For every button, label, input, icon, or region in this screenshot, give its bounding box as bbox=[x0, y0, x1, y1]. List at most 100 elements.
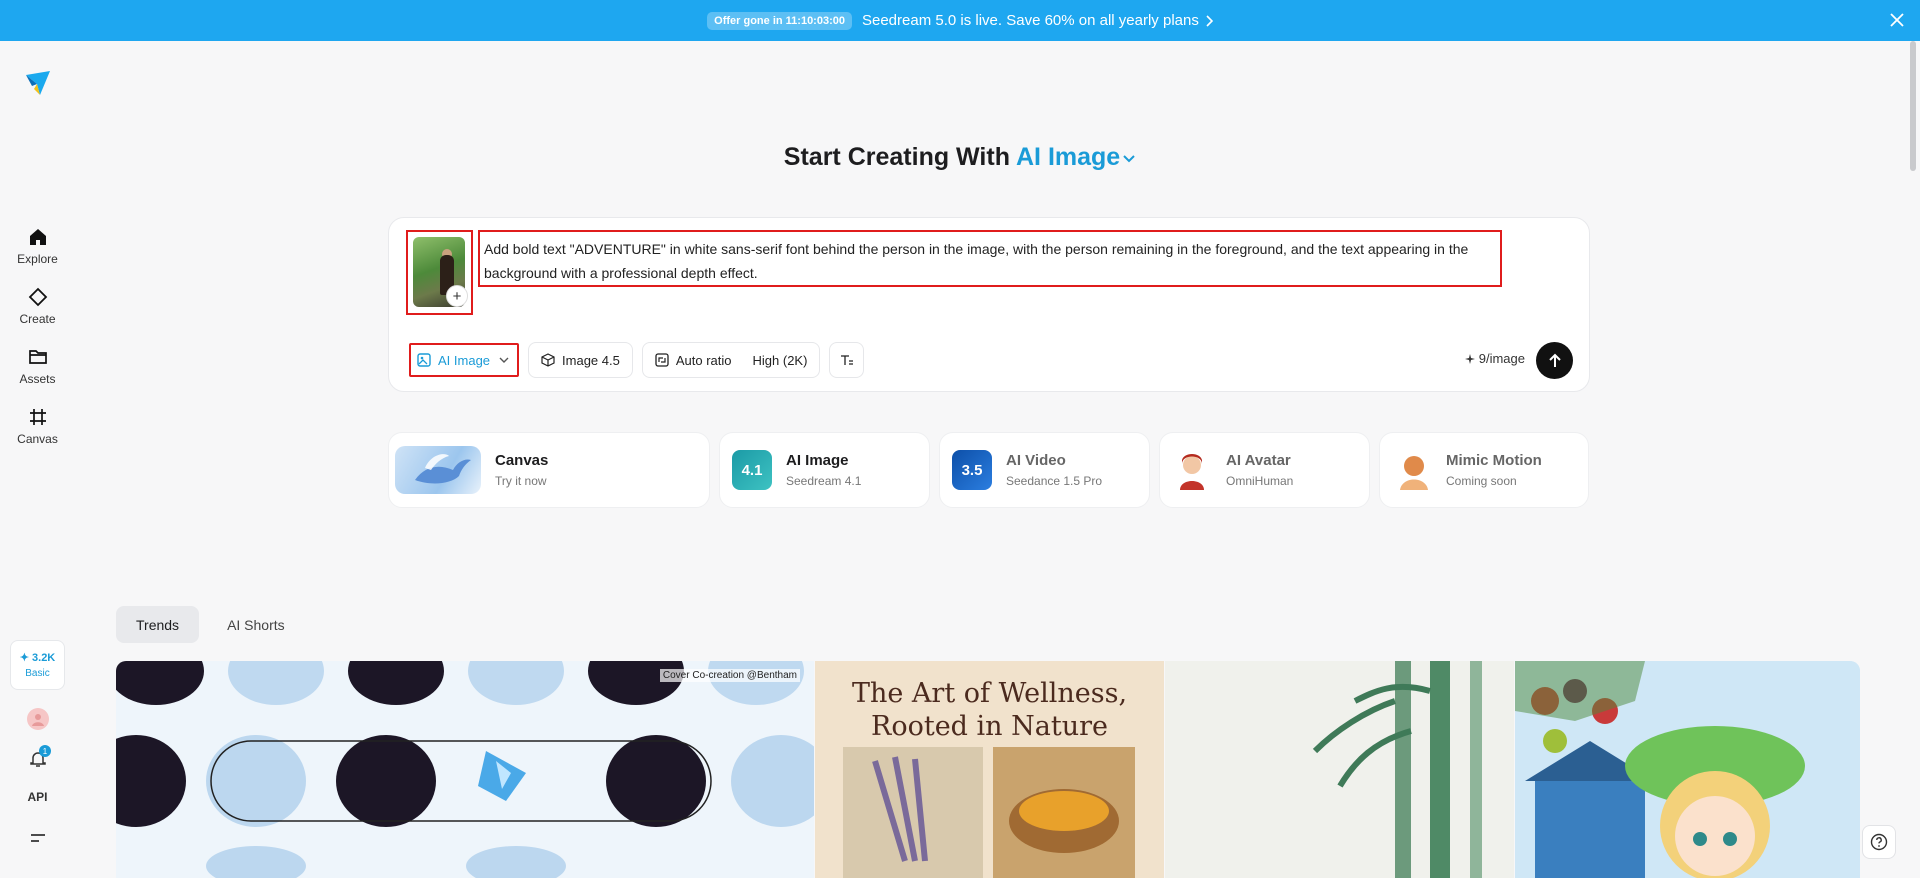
avatar[interactable] bbox=[27, 708, 49, 730]
chevron-down-icon bbox=[499, 357, 509, 363]
feature-sub: OmniHuman bbox=[1226, 474, 1294, 488]
feature-text: AI Image Seedream 4.1 bbox=[786, 452, 861, 488]
tab-ai-shorts[interactable]: AI Shorts bbox=[207, 606, 305, 643]
feature-sub: Seedream 4.1 bbox=[786, 474, 862, 488]
motion-icon bbox=[1392, 450, 1432, 490]
help-button[interactable] bbox=[1862, 825, 1896, 859]
motion-illustration bbox=[1400, 456, 1428, 490]
text-style-button[interactable] bbox=[829, 342, 865, 378]
chevron-right-icon bbox=[1206, 14, 1213, 27]
folder-icon bbox=[28, 350, 47, 364]
help-icon bbox=[1870, 833, 1888, 851]
text-format-icon bbox=[840, 355, 853, 365]
sidebar-item-create[interactable]: Create bbox=[0, 287, 75, 339]
glass-spheres-artwork bbox=[116, 661, 814, 878]
home-icon bbox=[29, 229, 46, 245]
user-icon bbox=[32, 714, 44, 726]
arrow-up-icon bbox=[1548, 353, 1561, 367]
sidebar-item-label: Create bbox=[19, 312, 56, 326]
app-logo-icon[interactable] bbox=[24, 69, 52, 97]
cost-label: 9/image bbox=[1478, 351, 1525, 366]
credits-value: ✦ 3.2K bbox=[19, 652, 56, 664]
page-title: Start Creating With AI Image bbox=[0, 143, 1920, 172]
image-icon bbox=[417, 353, 431, 367]
anime-girl-artwork bbox=[1515, 661, 1860, 878]
prompt-input[interactable]: Add bold text "ADVENTURE" in white sans-… bbox=[478, 230, 1502, 287]
cost-indicator: 9/image bbox=[1464, 351, 1525, 366]
canvas-icon bbox=[29, 409, 46, 425]
notification-count: 1 bbox=[39, 745, 51, 757]
sidebar-item-label: Explore bbox=[17, 252, 58, 266]
trends-gallery: Cover Co-creation @Bentham The Art of We… bbox=[116, 661, 1860, 878]
feature-text: AI Video Seedance 1.5 Pro bbox=[1006, 452, 1102, 488]
feature-card-ai-avatar[interactable]: AI Avatar OmniHuman bbox=[1159, 432, 1370, 508]
gallery-item[interactable] bbox=[1515, 661, 1860, 878]
promo-message: Seedream 5.0 is live. Save 60% on all ye… bbox=[861, 12, 1199, 29]
credits-badge[interactable]: ✦ 3.2K Basic bbox=[10, 640, 65, 690]
plan-label: Basic bbox=[25, 668, 50, 679]
feature-sub: Coming soon bbox=[1446, 474, 1517, 488]
feature-name: Mimic Motion bbox=[1446, 452, 1542, 469]
feature-sub: Try it now bbox=[495, 474, 547, 488]
sidebar-item-canvas[interactable]: Canvas bbox=[0, 407, 75, 459]
seedance-icon: 3.5 bbox=[952, 450, 992, 490]
feature-card-canvas[interactable]: Canvas Try it now bbox=[388, 432, 710, 508]
bamboo-artwork bbox=[1165, 661, 1514, 878]
sidebar-item-assets[interactable]: Assets bbox=[0, 347, 75, 399]
generate-button[interactable] bbox=[1536, 342, 1573, 379]
feature-text: AI Avatar OmniHuman bbox=[1226, 452, 1293, 488]
gallery-credit: Cover Co-creation @Bentham bbox=[659, 669, 800, 682]
diamond-icon bbox=[28, 287, 47, 307]
model-selector[interactable]: Image 4.5 bbox=[528, 342, 633, 378]
api-link[interactable]: API bbox=[0, 790, 75, 804]
gallery-item[interactable]: The Art of Wellness, Rooted in Nature bbox=[815, 661, 1164, 878]
credits-amount: 3.2K bbox=[32, 652, 56, 664]
sparkle-icon bbox=[1464, 353, 1475, 364]
seedream-icon: 4.1 bbox=[732, 450, 772, 490]
reference-image-slot[interactable]: + bbox=[406, 230, 473, 315]
sidebar-item-label: Canvas bbox=[17, 432, 58, 446]
feature-name: Canvas bbox=[495, 452, 549, 469]
pegasus-icon bbox=[395, 446, 481, 494]
feature-text: Mimic Motion Coming soon bbox=[1446, 452, 1542, 488]
menu-icon[interactable] bbox=[29, 830, 47, 846]
feature-name: AI Image bbox=[786, 452, 849, 469]
cube-icon bbox=[541, 353, 555, 367]
chevron-down-icon bbox=[1123, 155, 1135, 163]
feature-card-ai-image[interactable]: 4.1 AI Image Seedream 4.1 bbox=[719, 432, 930, 508]
prompt-card: + Add bold text "ADVENTURE" in white san… bbox=[388, 217, 1590, 392]
feature-card-ai-video[interactable]: 3.5 AI Video Seedance 1.5 Pro bbox=[939, 432, 1150, 508]
page-scrollbar[interactable] bbox=[1910, 41, 1916, 171]
title-prefix: Start Creating With bbox=[783, 143, 1010, 171]
feature-card-mimic-motion[interactable]: Mimic Motion Coming soon bbox=[1379, 432, 1589, 508]
mode-selector[interactable]: AI Image bbox=[1016, 143, 1136, 171]
wellness-artwork bbox=[843, 747, 1135, 878]
tab-trends[interactable]: Trends bbox=[116, 606, 200, 643]
ratio-icon bbox=[655, 353, 669, 367]
feature-text: Canvas Try it now bbox=[495, 452, 548, 488]
sidebar-item-label: Assets bbox=[19, 372, 56, 386]
feature-name: AI Avatar bbox=[1226, 452, 1291, 469]
feature-cards: Canvas Try it now 4.1 AI Image Seedream … bbox=[388, 432, 1590, 508]
sidebar-item-explore[interactable]: Explore bbox=[0, 227, 75, 279]
pegasus-illustration bbox=[415, 454, 471, 484]
gallery-tabs: Trends AI Shorts bbox=[116, 606, 305, 643]
avatar-icon bbox=[1172, 450, 1212, 490]
offer-countdown: Offer gone in 11:10:03:00 bbox=[707, 11, 852, 30]
close-icon[interactable] bbox=[1888, 11, 1906, 29]
model-label: Image 4.5 bbox=[562, 352, 620, 368]
gallery-item[interactable]: Cover Co-creation @Bentham bbox=[116, 661, 814, 878]
mode-selector-label: AI Image bbox=[1016, 143, 1121, 171]
promo-link[interactable]: Seedream 5.0 is live. Save 60% on all ye… bbox=[862, 12, 1213, 29]
ratio-label: Auto ratio bbox=[675, 352, 732, 368]
ratio-quality-selector[interactable]: Auto ratio High (2K) bbox=[641, 342, 821, 378]
mode-dropdown-label: AI Image bbox=[438, 352, 491, 368]
feature-sub: Seedance 1.5 Pro bbox=[1006, 474, 1103, 488]
gallery-item[interactable] bbox=[1165, 661, 1514, 878]
avatar-illustration bbox=[1180, 454, 1204, 490]
quality-label: High (2K) bbox=[752, 352, 808, 368]
feature-name: AI Video bbox=[1006, 452, 1066, 469]
prompt-toolbar: AI Image Image 4.5 Auto ratio High (2K) bbox=[409, 342, 865, 378]
mode-dropdown[interactable]: AI Image bbox=[409, 343, 520, 377]
add-image-button[interactable]: + bbox=[446, 285, 468, 307]
